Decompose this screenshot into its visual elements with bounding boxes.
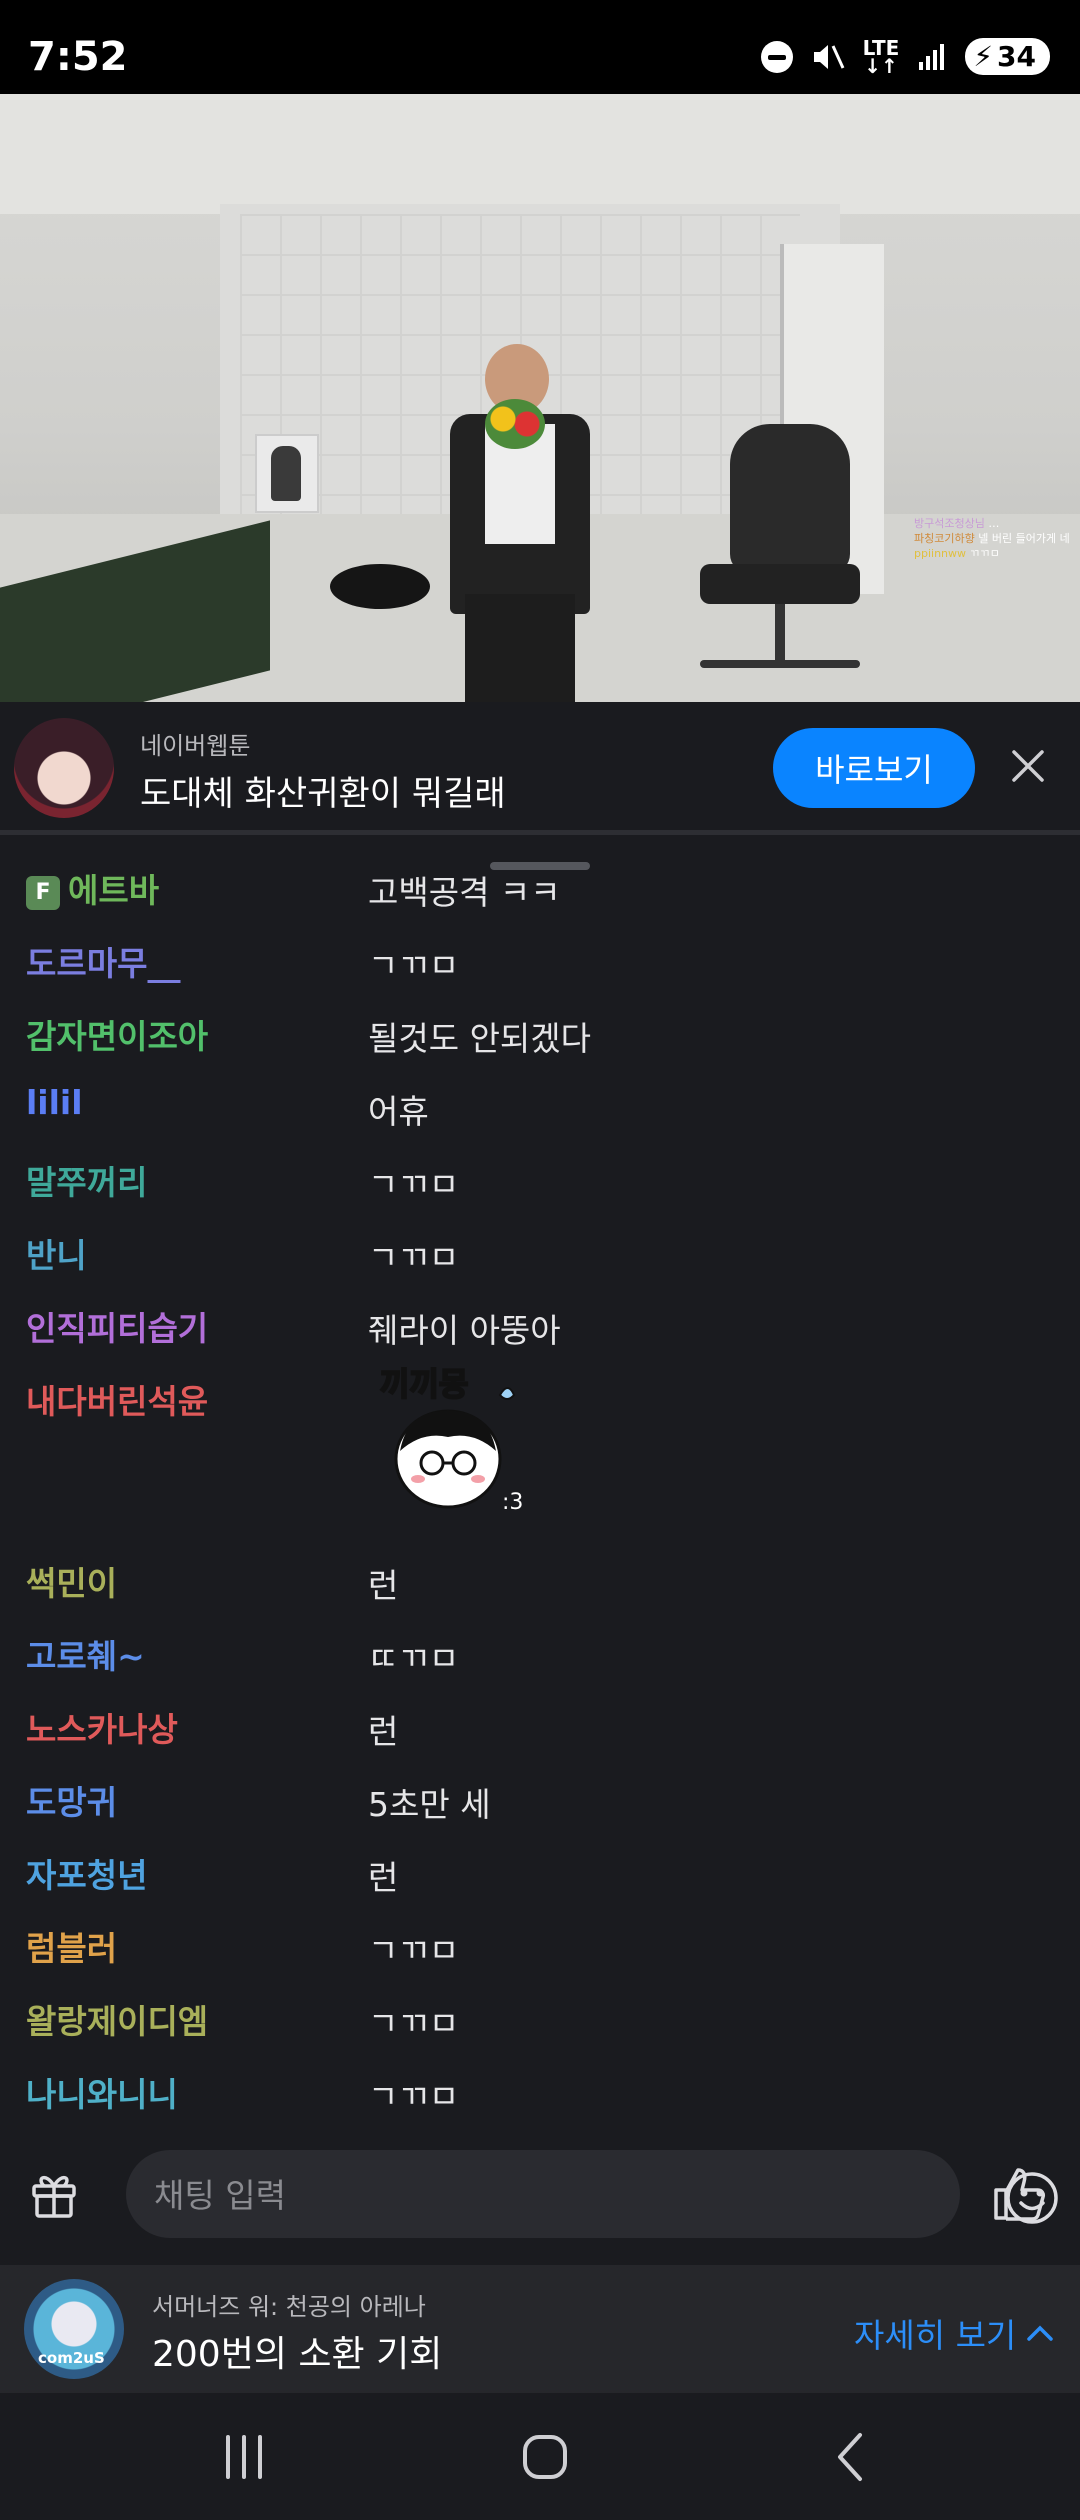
chat-message[interactable]: 썩민이 런 [0, 1545, 1080, 1618]
ad-subtitle: 서머너즈 워: 천공의 아레나 [152, 2293, 426, 2321]
battery-indicator: ⚡ 34 [965, 38, 1050, 75]
chat-message-text: 고백공격 ㅋㅋ [368, 873, 561, 912]
banner-title: 도대체 화산귀환이 뭐길래 [140, 774, 506, 814]
video-office-chair [680, 424, 870, 684]
chat-message-text: ㄱㄲㅁ [368, 1238, 460, 1277]
chat-message[interactable]: 고로췌~ ㄸㄲㅁ [0, 1618, 1080, 1691]
chat-message-text: 줴라이 아뚱아 [368, 1311, 561, 1350]
video-bouquet [485, 399, 545, 449]
chat-message-text: ㄱㄲㅁ [368, 1165, 460, 1204]
chat-message[interactable]: 노스카나상 런 [0, 1691, 1080, 1764]
signal-icon [919, 43, 945, 70]
chat-message[interactable]: 자포청년 런 [0, 1837, 1080, 1910]
chat-username[interactable]: 도르마무__ [26, 937, 180, 985]
do-not-disturb-icon [760, 40, 793, 73]
chat-username[interactable]: F 에트바 [26, 864, 159, 912]
emoticon-sticker-icon: 끼끼몽 :3 [379, 1364, 523, 1515]
chevron-up-icon [1027, 2325, 1054, 2341]
webtoon-avatar [14, 718, 114, 818]
chat-message-text: 될것도 안되겠다 [368, 1019, 592, 1058]
game-logo: com2uS [24, 2279, 124, 2379]
chat-input-bar [0, 2140, 1080, 2250]
like-icon[interactable] [990, 2164, 1050, 2224]
status-icons: LTE ↓↑ ⚡ 34 [760, 35, 1050, 78]
chat-username[interactable]: 인직피티습기 [26, 1302, 208, 1350]
chat-message[interactable]: 도르마무__ ㄱㄲㅁ [0, 925, 1080, 998]
chat-message[interactable]: 말쭈꺼리 ㄱㄲㅁ [0, 1144, 1080, 1217]
drag-handle[interactable] [490, 862, 590, 870]
video-ceiling [0, 94, 1080, 214]
chat-username[interactable]: 반니 [26, 1229, 87, 1277]
chat-username[interactable]: 노스카나상 [26, 1703, 178, 1751]
chat-input[interactable] [152, 2150, 856, 2240]
chat-message[interactable]: 반니 ㄱㄲㅁ [0, 1217, 1080, 1290]
ad-title: 200번의 소환 기회 [152, 2334, 443, 2375]
svg-text:끼끼몽: 끼끼몽 [380, 1365, 468, 1403]
chat-username[interactable]: 왈랑제이디엠 [26, 1995, 208, 2043]
chat-message-text: 5초만 세 [368, 1785, 491, 1824]
chat-message[interactable]: 왈랑제이디엠 ㄱㄲㅁ [0, 1983, 1080, 2056]
chat-message-text: 어휴 [368, 1092, 429, 1131]
status-bar: 7:52 LTE ↓↑ ⚡ 34 [0, 0, 1080, 94]
chat-message[interactable]: 내다버린석윤 끼끼몽 :3 [0, 1363, 1080, 1545]
battery-level: 34 [997, 40, 1036, 73]
chat-message-text: ㄱㄲㅁ [368, 946, 460, 985]
chat-username[interactable]: 자포청년 [26, 1849, 147, 1897]
video-player[interactable]: 방구석조청상님 … 파칭코기하향 넬 버린 들어가게 네 ppiinnww ㄲㄲ… [0, 94, 1080, 702]
chat-username[interactable]: 나니와니니 [26, 2068, 178, 2116]
chat-message-text: ㄱㄲㅁ [368, 1931, 460, 1970]
chat-message[interactable]: 도망귀 5초만 세 [0, 1764, 1080, 1837]
chat-message-text: ㄱㄲㅁ [368, 2077, 460, 2116]
chat-list[interactable]: F 에트바 고백공격 ㅋㅋ 도르마무__ ㄱㄲㅁ 감자면이조아 될것도 안되겠다 lilil 어… [0, 852, 1080, 2129]
banner-subtitle: 네이버웹툰 [140, 732, 251, 760]
close-icon[interactable] [1006, 744, 1050, 788]
chat-message-text: ㄸㄲㅁ [368, 1639, 460, 1678]
chat-input-field[interactable] [126, 2150, 1058, 2240]
chat-message[interactable]: 럼블러 ㄱㄲㅁ [0, 1910, 1080, 1983]
mute-icon [813, 44, 844, 69]
chat-message-text: ㄱㄲㅁ [368, 2004, 460, 2043]
network-type: LTE ↓↑ [862, 35, 900, 78]
chat-username[interactable]: 썩민이 [26, 1557, 117, 1605]
chat-username[interactable]: 내다버린석윤 [26, 1375, 208, 1423]
chat-username[interactable]: lilil [26, 1083, 83, 1122]
home-icon[interactable] [515, 2429, 575, 2485]
video-person [430, 344, 600, 702]
chat-username[interactable]: 럼블러 [26, 1922, 117, 1970]
see-more-label: 자세히 보기 [854, 2316, 1017, 2355]
chat-message[interactable]: lilil 어휴 [0, 1071, 1080, 1144]
status-time: 7:52 [28, 34, 128, 80]
chat-username[interactable]: 도망귀 [26, 1776, 117, 1824]
divider [0, 830, 1080, 835]
chat-message-text: 런 [368, 1566, 399, 1605]
chat-message[interactable]: 나니와니니 ㄱㄲㅁ [0, 2056, 1080, 2129]
chat-username[interactable]: 고로췌~ [26, 1630, 145, 1678]
video-framed-photo [255, 434, 319, 513]
see-more-button[interactable]: 자세히 보기 [854, 2309, 1054, 2357]
video-bag [330, 564, 430, 609]
chat-username[interactable]: 감자면이조아 [26, 1010, 208, 1058]
chat-message-text: 런 [368, 1858, 399, 1897]
svg-text::3: :3 [502, 1490, 523, 1515]
fan-badge-icon: F [26, 876, 60, 910]
chat-message[interactable]: 인직피티습기 줴라이 아뚱아 [0, 1290, 1080, 1363]
chat-username[interactable]: 말쭈꺼리 [26, 1156, 147, 1204]
ad-banner[interactable]: com2uS 서머너즈 워: 천공의 아레나 200번의 소환 기회 자세히 보… [0, 2265, 1080, 2393]
promo-banner[interactable]: 네이버웹툰 도대체 화산귀환이 뭐길래 바로보기 [0, 702, 1080, 832]
back-icon[interactable] [820, 2429, 880, 2485]
chat-message-text: 런 [368, 1712, 399, 1751]
charging-icon: ⚡ [973, 40, 994, 73]
view-now-button[interactable]: 바로보기 [773, 728, 975, 808]
recent-apps-icon[interactable] [214, 2429, 274, 2485]
video-overlay-chat: 방구석조청상님 … 파칭코기하향 넬 버린 들어가게 네 ppiinnww ㄲㄲ… [914, 517, 1070, 560]
system-nav-bar [0, 2393, 1080, 2520]
chat-message[interactable]: 감자면이조아 될것도 안되겠다 [0, 998, 1080, 1071]
gift-icon[interactable] [28, 2168, 80, 2220]
